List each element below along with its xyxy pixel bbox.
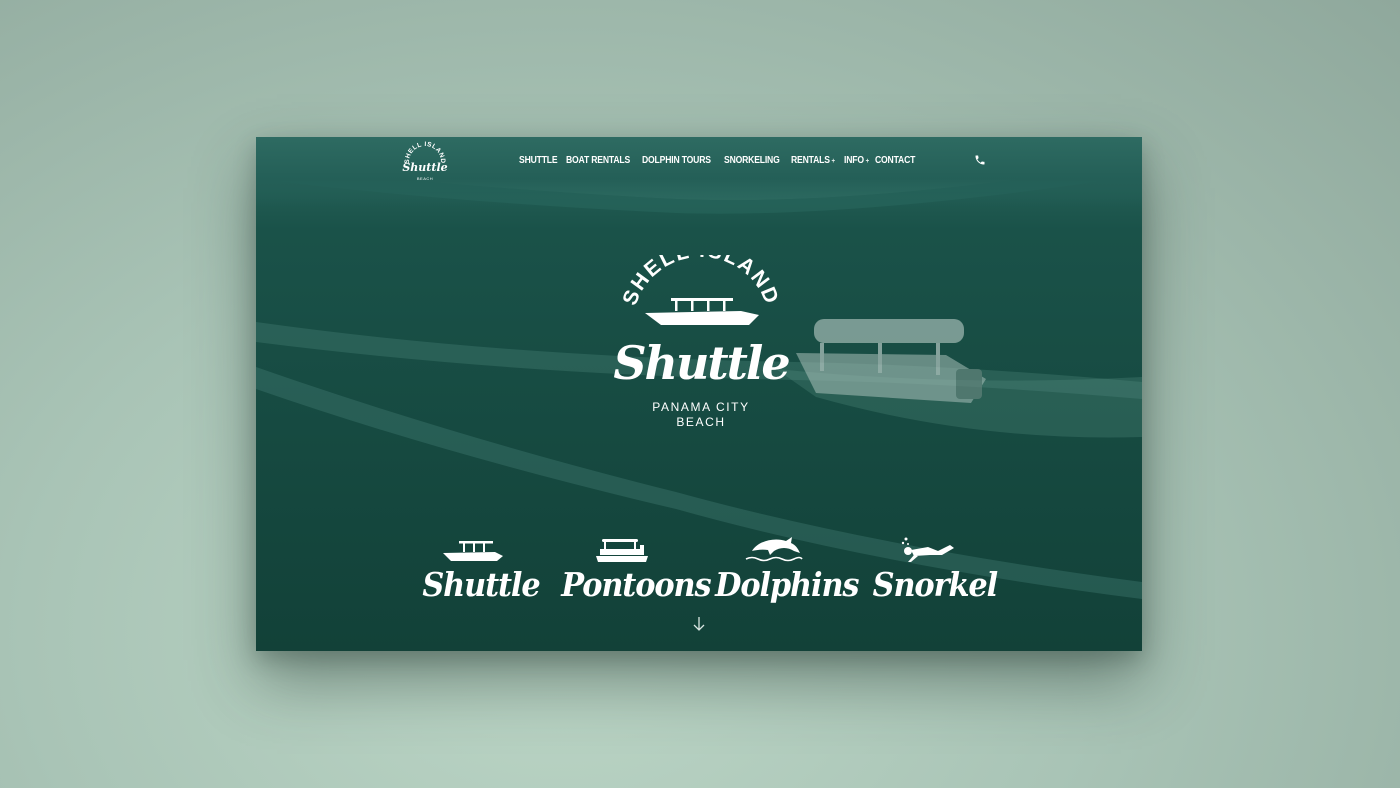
nav-item-shuttle[interactable]: SHUTTLE <box>519 155 558 166</box>
nav-item-label: DOLPHIN TOURS <box>642 155 711 166</box>
nav-item-label: BOAT RENTALS <box>565 155 630 166</box>
feature-link-dolphins[interactable]: Dolphins <box>710 535 860 605</box>
arrow-down-icon[interactable] <box>692 616 706 632</box>
nav-logo-script-text: Shuttle <box>402 161 447 174</box>
nav-item-contact[interactable]: CONTACT <box>875 155 915 166</box>
info-dropdown-icon: + <box>865 158 869 165</box>
nav-menu: SHUTTLE BOAT RENTALS DOLPHIN TOURS SNORK… <box>519 155 924 166</box>
feature-label: Snorkel <box>872 565 999 604</box>
snorkeler-icon <box>901 537 954 562</box>
feature-link-snorkel[interactable]: Snorkel <box>868 535 999 605</box>
feature-link-shuttle[interactable]: Shuttle <box>418 535 541 605</box>
website-screenshot-frame: SHELL ISLAND Shuttle BEACH SHUTTLE BOAT … <box>256 137 1142 651</box>
nav-item-rentals[interactable]: RENTALS + <box>791 155 835 166</box>
shuttle-boat-icon <box>443 541 503 561</box>
feature-label: Shuttle <box>422 565 540 604</box>
feature-label: Pontoons <box>561 565 711 604</box>
phone-icon[interactable] <box>974 154 986 166</box>
nav-item-label: INFO <box>843 155 864 166</box>
nav-item-label: CONTACT <box>874 155 916 166</box>
dolphin-icon <box>745 537 803 562</box>
hero-logo-subtitle-line2: BEACH <box>676 415 726 429</box>
nav-logo[interactable]: SHELL ISLAND Shuttle BEACH <box>402 140 448 186</box>
nav-item-label: RENTALS <box>790 155 830 166</box>
nav-item-snorkeling[interactable]: SNORKELING <box>724 155 780 166</box>
nav-item-info[interactable]: INFO + <box>844 155 869 166</box>
hero-logo-script-text: Shuttle <box>613 336 789 390</box>
hero-logo-boat-icon <box>645 298 759 325</box>
pontoon-boat-icon <box>596 539 648 562</box>
nav-item-label: SHUTTLE <box>519 155 558 166</box>
nav-item-boat-rentals[interactable]: BOAT RENTALS <box>566 155 630 166</box>
feature-link-pontoons[interactable]: Pontoons <box>556 535 712 605</box>
rentals-dropdown-icon: + <box>831 158 835 165</box>
nav-item-dolphin-tours[interactable]: DOLPHIN TOURS <box>642 155 711 166</box>
nav-logo-bottom-text: BEACH <box>417 176 433 181</box>
feature-label: Dolphins <box>715 565 859 604</box>
hero-logo-subtitle-line1: PANAMA CITY <box>652 400 750 414</box>
nav-item-label: SNORKELING <box>724 155 780 166</box>
site-navigation: SHELL ISLAND Shuttle BEACH SHUTTLE BOAT … <box>256 137 1142 189</box>
